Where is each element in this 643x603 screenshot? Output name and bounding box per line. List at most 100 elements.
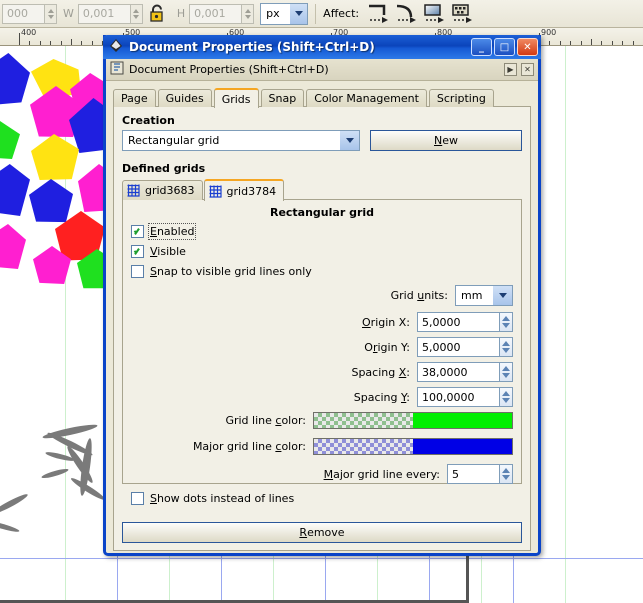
field-input-spacingx[interactable]: 38,0000 xyxy=(417,362,499,382)
show-dots-checkbox[interactable] xyxy=(131,492,144,505)
new-button-mnemonic: N xyxy=(434,134,443,147)
maximize-button[interactable]: □ xyxy=(494,38,515,56)
solid-color xyxy=(413,413,512,428)
ruler-label: 400 xyxy=(21,28,37,37)
width-value[interactable]: 0,001 xyxy=(77,3,130,24)
grid-icon xyxy=(209,185,222,198)
dock-close-button[interactable]: ✕ xyxy=(521,63,534,76)
unit-select[interactable]: px xyxy=(260,2,309,25)
tab-label: Grids xyxy=(221,92,251,106)
calligraphy-stroke[interactable] xyxy=(0,519,21,534)
field-input-originy[interactable]: 5,0000 xyxy=(417,337,499,357)
height-spinbox[interactable]: 0,001 xyxy=(189,3,255,24)
checkbox-label: Snap to visible grid lines only xyxy=(150,265,312,278)
shape-pentagon[interactable] xyxy=(0,121,20,159)
defined-grid-tab-grid3683[interactable]: grid3683 xyxy=(122,180,203,200)
creation-section-title: Creation xyxy=(122,114,175,127)
document-properties-dialog[interactable]: Document Properties (Shift+Ctrl+D) _ □ ✕… xyxy=(103,35,541,556)
show-dots-row[interactable]: Show dots instead of lines xyxy=(131,492,513,505)
height-value[interactable]: 0,001 xyxy=(189,3,242,24)
tab-scripting[interactable]: Scripting xyxy=(428,89,494,107)
shape-pentagon[interactable] xyxy=(29,179,73,223)
field-stepper[interactable] xyxy=(499,312,513,332)
height-stepper[interactable] xyxy=(241,3,255,24)
color-label: Major grid line color: xyxy=(192,440,306,453)
unit-value: px xyxy=(266,7,280,20)
color-swatch-major-grid-line[interactable] xyxy=(313,438,513,455)
dock-iconify-button[interactable]: ▶ xyxy=(504,63,517,76)
tab-color-management[interactable]: Color Management xyxy=(306,89,427,107)
new-grid-button[interactable]: New xyxy=(370,130,522,151)
creation-row: Rectangular grid New xyxy=(122,130,522,151)
shape-pentagon[interactable] xyxy=(0,164,30,216)
width-label: W xyxy=(63,7,74,20)
checkbox-row-snap-to-visible-grid-lines-only[interactable]: Snap to visible grid lines only xyxy=(131,265,513,278)
ruler-minor-tick xyxy=(591,39,592,45)
dialog-titlebar[interactable]: Document Properties (Shift+Ctrl+D) _ □ ✕ xyxy=(103,35,541,59)
minimize-button[interactable]: _ xyxy=(471,38,492,56)
dialog-title: Document Properties (Shift+Ctrl+D) xyxy=(129,40,375,54)
defined-grids-tabs[interactable]: grid3683 grid3784 xyxy=(122,178,522,201)
x-stepper[interactable] xyxy=(44,3,57,24)
field-input-originx[interactable]: 5,0000 xyxy=(417,312,499,332)
defined-grid-tab-grid3784[interactable]: grid3784 xyxy=(203,179,285,201)
field-label: Spacing X: xyxy=(351,365,410,379)
check-icon xyxy=(133,227,142,236)
calligraphy-stroke[interactable] xyxy=(0,491,30,517)
major-every-input[interactable]: 5 xyxy=(447,464,499,484)
defined-grid-label: grid3683 xyxy=(145,184,195,197)
x-value[interactable]: 000 xyxy=(2,3,44,24)
checkbox-visible[interactable] xyxy=(131,245,144,258)
chevron-down-icon[interactable] xyxy=(340,131,359,150)
tool-options-toolbar[interactable]: 000 W 0,001 H 0,001 px Affect: xyxy=(0,0,643,28)
tab-guides[interactable]: Guides xyxy=(157,89,212,107)
color-swatch-grid-line[interactable] xyxy=(313,412,513,429)
tab-snap[interactable]: Snap xyxy=(260,89,305,107)
width-spinbox[interactable]: 0,001 xyxy=(77,3,143,24)
shape-pentagon[interactable] xyxy=(0,224,26,269)
notebook-tabs[interactable]: Page Guides Grids Snap Color Management Scrip… xyxy=(113,87,531,108)
move-patterns-icon[interactable] xyxy=(449,2,475,26)
alpha-checker xyxy=(314,413,413,428)
checkbox-label: Visible xyxy=(150,245,186,258)
width-stepper[interactable] xyxy=(129,3,143,24)
field-input-spacingy[interactable]: 100,0000 xyxy=(417,387,499,407)
remove-grid-button[interactable]: Remove xyxy=(122,522,522,543)
checkbox-row-visible[interactable]: Visible xyxy=(131,245,513,258)
field-row-originy: Origin Y: 5,0000 xyxy=(131,337,513,357)
padlock-open-icon[interactable] xyxy=(147,3,167,25)
grid-line-minor xyxy=(565,46,566,603)
shape-pentagon[interactable] xyxy=(31,134,79,180)
checkbox-snap-to-visible-grid-lines-only[interactable] xyxy=(131,265,144,278)
x-spinbox[interactable]: 000 xyxy=(2,3,57,24)
chevron-down-icon[interactable] xyxy=(493,286,512,305)
grid-units-select[interactable]: mm xyxy=(455,285,513,306)
grid-colors-list: Grid line color: Major grid line color: xyxy=(131,412,513,455)
chevron-down-icon[interactable] xyxy=(290,3,308,24)
major-every-stepper[interactable] xyxy=(499,464,513,484)
ruler-minor-tick xyxy=(91,41,93,45)
checkbox-enabled[interactable] xyxy=(131,225,144,238)
checkbox-row-enabled[interactable]: Enabled xyxy=(131,223,513,240)
field-stepper[interactable] xyxy=(499,387,513,407)
scale-stroke-width-icon[interactable] xyxy=(365,2,391,26)
ruler-minor-tick xyxy=(71,39,72,45)
toolbar-separator xyxy=(315,3,317,24)
scale-rounded-corners-icon[interactable] xyxy=(393,2,419,26)
dock-title-text: Document Properties (Shift+Ctrl+D) xyxy=(129,63,329,76)
field-stepper[interactable] xyxy=(499,337,513,357)
shape-pentagon[interactable] xyxy=(0,53,30,105)
field-stepper[interactable] xyxy=(499,362,513,382)
dock-header[interactable]: Document Properties (Shift+Ctrl+D) ▶ ✕ xyxy=(106,59,538,81)
close-button[interactable]: ✕ xyxy=(517,38,538,56)
grid-line-major xyxy=(0,558,643,559)
grid-type-select[interactable]: Rectangular grid xyxy=(122,130,360,151)
move-gradients-icon[interactable] xyxy=(421,2,447,26)
ruler-minor-tick xyxy=(559,41,561,45)
major-every-label: Major grid line every: xyxy=(323,467,440,481)
tab-grids[interactable]: Grids xyxy=(213,88,259,108)
tab-page[interactable]: Page xyxy=(113,89,156,107)
ruler-minor-tick xyxy=(29,41,31,45)
ruler-minor-tick xyxy=(39,41,41,45)
ruler-minor-tick xyxy=(580,41,582,45)
